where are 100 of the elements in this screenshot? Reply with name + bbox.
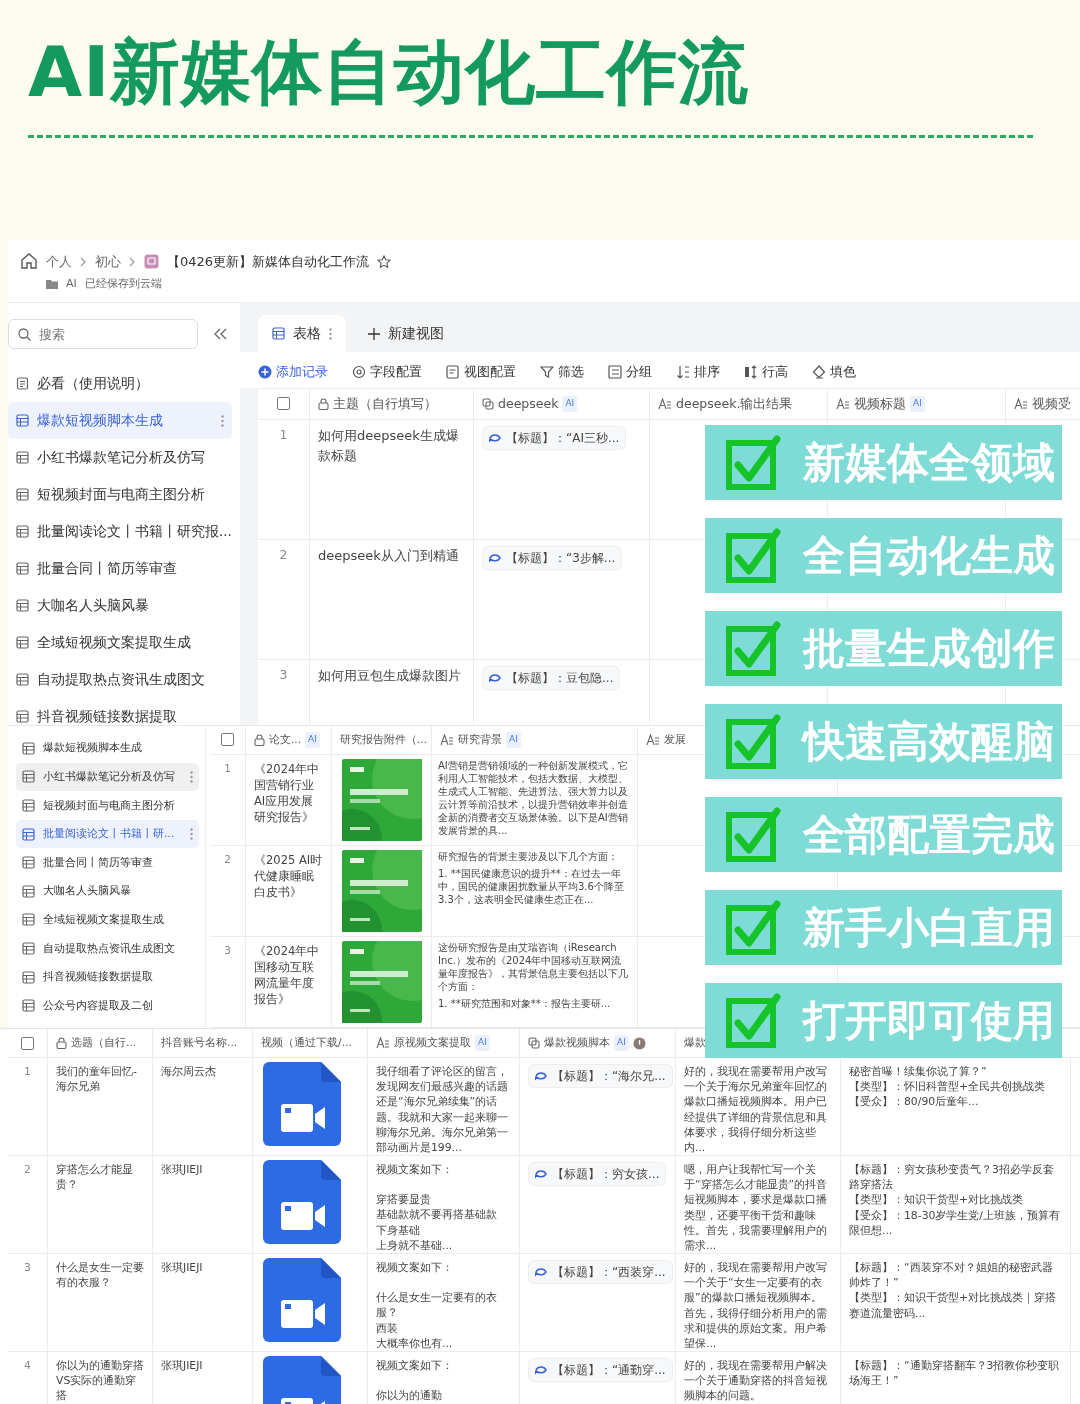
- sidebar-item[interactable]: 批量阅读论文丨书籍丨研究报...: [8, 513, 232, 550]
- sidebar-item[interactable]: 抖音视频链接数据提取: [8, 698, 232, 725]
- new-view-button[interactable]: 新建视图: [354, 315, 458, 352]
- table-icon: [16, 414, 29, 427]
- view-tab[interactable]: 表格: [258, 315, 346, 352]
- text-field-icon: [646, 733, 660, 746]
- column-header[interactable]: 视频受: [1032, 394, 1071, 414]
- check-icon: [725, 527, 781, 584]
- video-file-icon: [263, 1062, 341, 1147]
- row-number: 1: [258, 420, 310, 540]
- toolbar-button[interactable]: 筛选: [540, 362, 584, 382]
- column-header[interactable]: deepseek.输出结果: [676, 394, 793, 414]
- sidebar-item[interactable]: 爆款短视频脚本生成: [8, 402, 232, 439]
- sidebar-item[interactable]: 自动提取热点资讯生成图文: [16, 934, 199, 963]
- text-field-icon: [836, 397, 850, 410]
- text-line: 穿搭要显贵: [376, 1192, 432, 1208]
- text-line: 基础款就不要再搭基础款: [376, 1207, 498, 1223]
- row-number: 1: [210, 754, 246, 845]
- table-cell: 嗯，用户让我帮忙写一个关于“穿搭怎么才能显贵”的抖音短视频脚本，要求是爆款口播类型，还要平衡干货和趣味性。首先，我需要理解用户的需求...: [676, 1156, 841, 1254]
- tag-chip[interactable]: 【标题】：“3步解...: [482, 546, 623, 571]
- tag-chip[interactable]: 【标题】：“通勤穿...: [528, 1358, 673, 1383]
- text-line: 视频文案如下：: [376, 1162, 454, 1178]
- tag-chip[interactable]: 【标题】：豆包隐...: [482, 666, 621, 691]
- gear-icon: [352, 364, 366, 379]
- sidebar-item[interactable]: 全域短视频文案提取生成: [8, 624, 232, 661]
- toolbar-button[interactable]: 排序: [676, 362, 720, 382]
- checkbox[interactable]: [221, 733, 234, 747]
- document-title: 【0426更新】新媒体自动化工作流: [167, 253, 370, 271]
- tag-chip[interactable]: 【标题】：“西装穿...: [528, 1260, 673, 1285]
- check-icon: [725, 434, 781, 491]
- sidebar-item[interactable]: 小红书爆款笔记分析及仿写: [8, 439, 232, 476]
- column-header[interactable]: 视频标题: [854, 394, 906, 414]
- sidebar-item[interactable]: 必看（使用说明）: [8, 365, 232, 402]
- tag-chip[interactable]: 【标题】：“AI三秒...: [482, 426, 627, 451]
- sidebar-item[interactable]: 公众号内容提取及二创: [16, 991, 199, 1020]
- ai-badge: AI: [305, 732, 320, 748]
- search-field[interactable]: 搜索: [8, 319, 198, 349]
- column-header[interactable]: 选题（自行...: [71, 1035, 137, 1052]
- column-header[interactable]: 爆款: [684, 1035, 706, 1052]
- table-icon: [22, 999, 35, 1013]
- sidebar-item[interactable]: 短视频封面与电商主图分析: [8, 476, 232, 513]
- row-number: 1: [8, 1058, 48, 1156]
- sidebar-item[interactable]: 爆款短视频脚本生成: [16, 734, 199, 763]
- sidebar-item[interactable]: 大咖名人头脑风暴: [16, 876, 199, 906]
- search-icon: [18, 328, 31, 341]
- table-cell: 穿搭怎么才能显贵？: [48, 1156, 153, 1254]
- table-icon: [16, 710, 29, 723]
- breadcrumb-link[interactable]: 个人: [46, 252, 72, 272]
- collapse-icon[interactable]: [214, 328, 228, 340]
- lock-icon: [318, 397, 329, 410]
- text-field-icon: [376, 1037, 390, 1050]
- tag-chip[interactable]: 【标题】：“海尔兄...: [528, 1064, 673, 1089]
- text-line: 我仔细看了评论区的留言，发现网友们最感兴趣的话题还是“海尔兄弟续集”的话题。我就和大家一起来聊一聊海尔兄弟。海尔兄弟第一部动画片是199...: [376, 1064, 509, 1155]
- banner-text: 新手小白直用: [803, 906, 1055, 949]
- table-cell: 张琪JIEJI: [153, 1254, 253, 1352]
- star-icon[interactable]: [377, 254, 392, 269]
- table-cell: 海尔周云杰: [153, 1058, 253, 1156]
- toolbar-button[interactable]: 行高: [744, 362, 788, 382]
- toolbar-button[interactable]: 分组: [608, 362, 652, 382]
- checkbox[interactable]: [277, 397, 290, 411]
- checkbox[interactable]: [21, 1036, 34, 1050]
- sidebar-item[interactable]: 抖音视频链接数据提取: [16, 962, 199, 992]
- check-icon: [725, 713, 781, 770]
- column-header[interactable]: 爆款视频脚本: [544, 1035, 610, 1052]
- folder-name[interactable]: AI: [66, 275, 77, 292]
- toolbar-button[interactable]: 添加记录: [258, 362, 328, 382]
- sidebar-item[interactable]: 批量阅读论文丨书籍丨研...: [16, 819, 199, 849]
- column-header[interactable]: 原视频文案提取: [394, 1035, 471, 1052]
- banner-text: 新媒体全领域: [803, 441, 1055, 484]
- column-header[interactable]: 发展: [664, 732, 686, 748]
- sidebar-item[interactable]: 小红书爆款笔记分析及仿写: [16, 762, 199, 792]
- text-line: 你以为的通勤: [376, 1388, 443, 1404]
- lock-icon: [254, 733, 265, 746]
- sidebar-item[interactable]: 自动提取热点资讯生成图文: [8, 661, 232, 698]
- toolbar-button[interactable]: 字段配置: [352, 362, 422, 382]
- column-header[interactable]: 视频（通过下载/...: [261, 1035, 352, 1052]
- sidebar-item[interactable]: 全域短视频文案提取生成: [16, 905, 199, 935]
- table-cell: 我们的童年回忆-海尔兄弟: [48, 1058, 153, 1156]
- table-icon: [22, 770, 35, 784]
- sidebar-item[interactable]: 批量合同丨简历等审查: [16, 848, 199, 877]
- row-number: 2: [8, 1156, 48, 1254]
- text-line: 研究报告的背景主要涉及以下几个方面：: [438, 849, 619, 863]
- tag-chip[interactable]: 【标题】：穷女孩...: [528, 1162, 667, 1187]
- column-header[interactable]: 论文...: [269, 732, 301, 748]
- table-icon: [16, 525, 29, 538]
- column-header[interactable]: 抖音账号名称...: [161, 1035, 238, 1052]
- toolbar-button[interactable]: 填色: [812, 362, 856, 382]
- column-header[interactable]: 研究报告附件（...: [340, 732, 427, 748]
- column-header[interactable]: 研究背景: [458, 732, 502, 748]
- sidebar-item[interactable]: 短视频封面与电商主图分析: [16, 791, 199, 820]
- sidebar-item[interactable]: 批量合同丨简历等审查: [8, 550, 232, 587]
- save-status: 已经保存到云端: [84, 275, 162, 292]
- column-header[interactable]: deepseek: [498, 394, 559, 414]
- sidebar-item[interactable]: 大咖名人头脑风暴: [8, 587, 232, 624]
- more-icon: [190, 828, 193, 841]
- toolbar-button[interactable]: 视图配置: [446, 362, 516, 382]
- breadcrumb-link[interactable]: 初心: [95, 252, 121, 272]
- filter-icon: [540, 364, 554, 379]
- table-cell: 《2024年中国营销行业AI应用发展研究报告》: [246, 754, 332, 845]
- column-header[interactable]: 主题（自行填写）: [333, 394, 437, 414]
